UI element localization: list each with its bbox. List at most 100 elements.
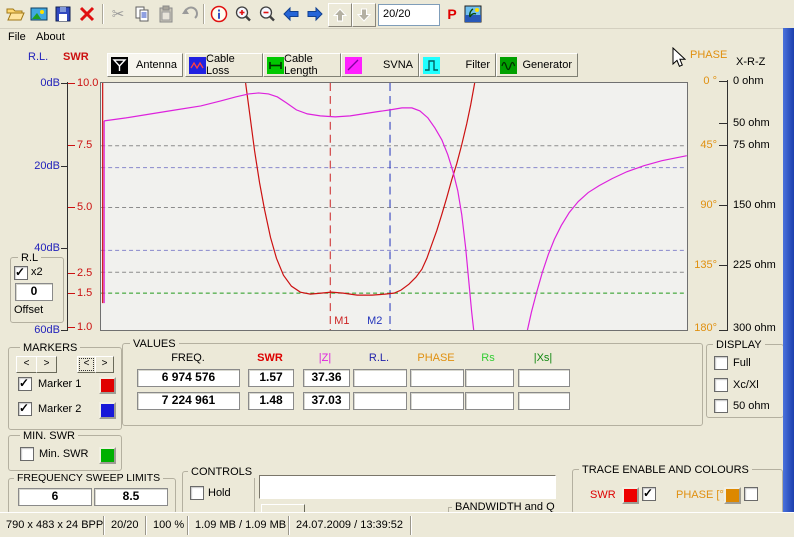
marker2-color-swatch[interactable] bbox=[99, 402, 116, 419]
scan-counter-field[interactable]: 20/20 bbox=[378, 4, 440, 26]
swr-tick-label: 1.5 bbox=[77, 287, 92, 299]
comment-field[interactable] bbox=[259, 475, 556, 499]
freq-min-field[interactable]: 6 bbox=[18, 488, 92, 506]
m1-rl-field[interactable] bbox=[353, 369, 407, 387]
info-button[interactable] bbox=[208, 3, 230, 25]
rl-x2-label: x2 bbox=[31, 266, 43, 278]
display-full-checkbox[interactable] bbox=[714, 356, 728, 370]
prev-scan-button[interactable] bbox=[280, 3, 302, 25]
m2-xs-field[interactable] bbox=[518, 392, 570, 410]
tab-cable-length[interactable]: Cable Length bbox=[263, 53, 341, 77]
m2-z-field[interactable]: 37.03 bbox=[303, 392, 350, 410]
tick bbox=[68, 145, 75, 146]
marker2-checkbox[interactable] bbox=[18, 402, 32, 416]
svg-text:M2: M2 bbox=[367, 315, 382, 327]
undo-button[interactable] bbox=[179, 3, 201, 25]
values-header-rl: R.L. bbox=[369, 352, 389, 364]
m1-z-field[interactable]: 37.36 bbox=[303, 369, 350, 387]
sweep-chart[interactable]: M1M2 bbox=[100, 82, 688, 331]
trace-swr-color-swatch[interactable] bbox=[622, 487, 639, 504]
trace-phase-checkbox[interactable] bbox=[744, 487, 758, 501]
generator-icon bbox=[500, 57, 517, 74]
trace-swr-label: SWR bbox=[590, 489, 616, 501]
controls-group-title: CONTROLS bbox=[188, 466, 255, 478]
display-xcxl-label: Xc/Xl bbox=[733, 379, 759, 391]
toolbar: ✂ bbox=[0, 0, 794, 29]
next-scan-button[interactable] bbox=[304, 3, 326, 25]
tab-label: Filter bbox=[466, 59, 490, 71]
m2-rl-field[interactable] bbox=[353, 392, 407, 410]
scan-down-button[interactable] bbox=[352, 3, 376, 27]
menu-about[interactable]: About bbox=[32, 31, 69, 43]
rl-offset-field[interactable]: 0 bbox=[15, 283, 53, 301]
m2-freq-field[interactable]: 7 224 961 bbox=[137, 392, 240, 410]
copy-button[interactable] bbox=[131, 3, 153, 25]
tab-label: Cable Length bbox=[284, 53, 335, 77]
tick bbox=[61, 166, 67, 167]
cable-length-icon bbox=[267, 57, 284, 74]
m2-swr-field[interactable]: 1.48 bbox=[248, 392, 294, 410]
trace-swr-checkbox[interactable] bbox=[642, 487, 656, 501]
capture-image-button[interactable] bbox=[28, 3, 50, 25]
wallpaper-button[interactable] bbox=[462, 3, 484, 25]
hold-checkbox[interactable] bbox=[190, 486, 204, 500]
toolbar-separator bbox=[203, 4, 205, 24]
marker1-next-button[interactable]: > bbox=[36, 356, 57, 373]
rl-tick-label: 0dB bbox=[40, 77, 60, 89]
tab-cable-loss[interactable]: Cable Loss bbox=[185, 53, 263, 77]
undo-arrow-icon bbox=[180, 4, 200, 24]
copy-icon bbox=[132, 4, 152, 24]
display-xcxl-checkbox[interactable] bbox=[714, 378, 728, 392]
trace-phase-label: PHASE [°] bbox=[676, 489, 727, 501]
tick bbox=[719, 265, 727, 266]
tab-antenna[interactable]: Antenna bbox=[107, 53, 183, 77]
menu-file[interactable]: File bbox=[4, 31, 30, 43]
zoom-out-button[interactable] bbox=[256, 3, 278, 25]
marker1-checkbox[interactable] bbox=[18, 377, 32, 391]
values-header-phase: PHASE bbox=[417, 352, 454, 364]
tick bbox=[61, 330, 67, 331]
marker2-prev-button[interactable]: < bbox=[77, 356, 96, 373]
status-bar: 790 x 483 x 24 BPP 20/20 100 % 1.09 MB /… bbox=[0, 512, 794, 537]
min-swr-checkbox[interactable] bbox=[20, 447, 34, 461]
right-axis-line bbox=[727, 80, 728, 331]
min-swr-color-swatch[interactable] bbox=[99, 447, 116, 464]
delete-button[interactable] bbox=[76, 3, 98, 25]
status-separator bbox=[410, 516, 412, 535]
trace-phase-color-swatch[interactable] bbox=[724, 487, 741, 504]
m1-freq-field[interactable]: 6 974 576 bbox=[137, 369, 240, 387]
zoom-in-icon bbox=[233, 4, 253, 24]
m2-phase-field[interactable] bbox=[410, 392, 464, 410]
open-file-button[interactable] bbox=[4, 3, 26, 25]
up-arrow-icon bbox=[332, 7, 348, 23]
rl-x2-checkbox[interactable] bbox=[14, 266, 28, 280]
marker1-prev-button[interactable]: < bbox=[16, 356, 37, 373]
status-zoom: 100 % bbox=[153, 519, 184, 531]
save-button[interactable] bbox=[52, 3, 74, 25]
print-button[interactable]: P bbox=[441, 3, 463, 25]
marker1-color-swatch[interactable] bbox=[99, 377, 116, 394]
m1-swr-field[interactable]: 1.57 bbox=[248, 369, 294, 387]
marker2-next-button[interactable]: > bbox=[95, 356, 114, 373]
freq-max-field[interactable]: 8.5 bbox=[94, 488, 168, 506]
swr-tick-label: 7.5 bbox=[77, 139, 92, 151]
m2-rs-field[interactable] bbox=[465, 392, 514, 410]
paste-button[interactable] bbox=[155, 3, 177, 25]
tab-svna[interactable]: SVNA bbox=[341, 53, 419, 77]
cut-button[interactable]: ✂ bbox=[107, 3, 129, 25]
status-separator bbox=[145, 516, 147, 535]
image-film-icon bbox=[29, 4, 49, 24]
hold-label: Hold bbox=[208, 487, 231, 499]
zoom-in-button[interactable] bbox=[232, 3, 254, 25]
m1-xs-field[interactable] bbox=[518, 369, 570, 387]
m1-phase-field[interactable] bbox=[410, 369, 464, 387]
swr-tick-label: 2.5 bbox=[77, 267, 92, 279]
status-separator bbox=[288, 516, 290, 535]
swr-axis-title: SWR bbox=[63, 51, 89, 63]
tab-generator[interactable]: Generator bbox=[496, 53, 578, 77]
m1-rs-field[interactable] bbox=[465, 369, 514, 387]
display-50ohm-checkbox[interactable] bbox=[714, 399, 728, 413]
marker2-label: Marker 2 bbox=[38, 403, 81, 415]
scan-up-button[interactable] bbox=[328, 3, 352, 27]
tab-filter[interactable]: Filter bbox=[419, 53, 496, 77]
